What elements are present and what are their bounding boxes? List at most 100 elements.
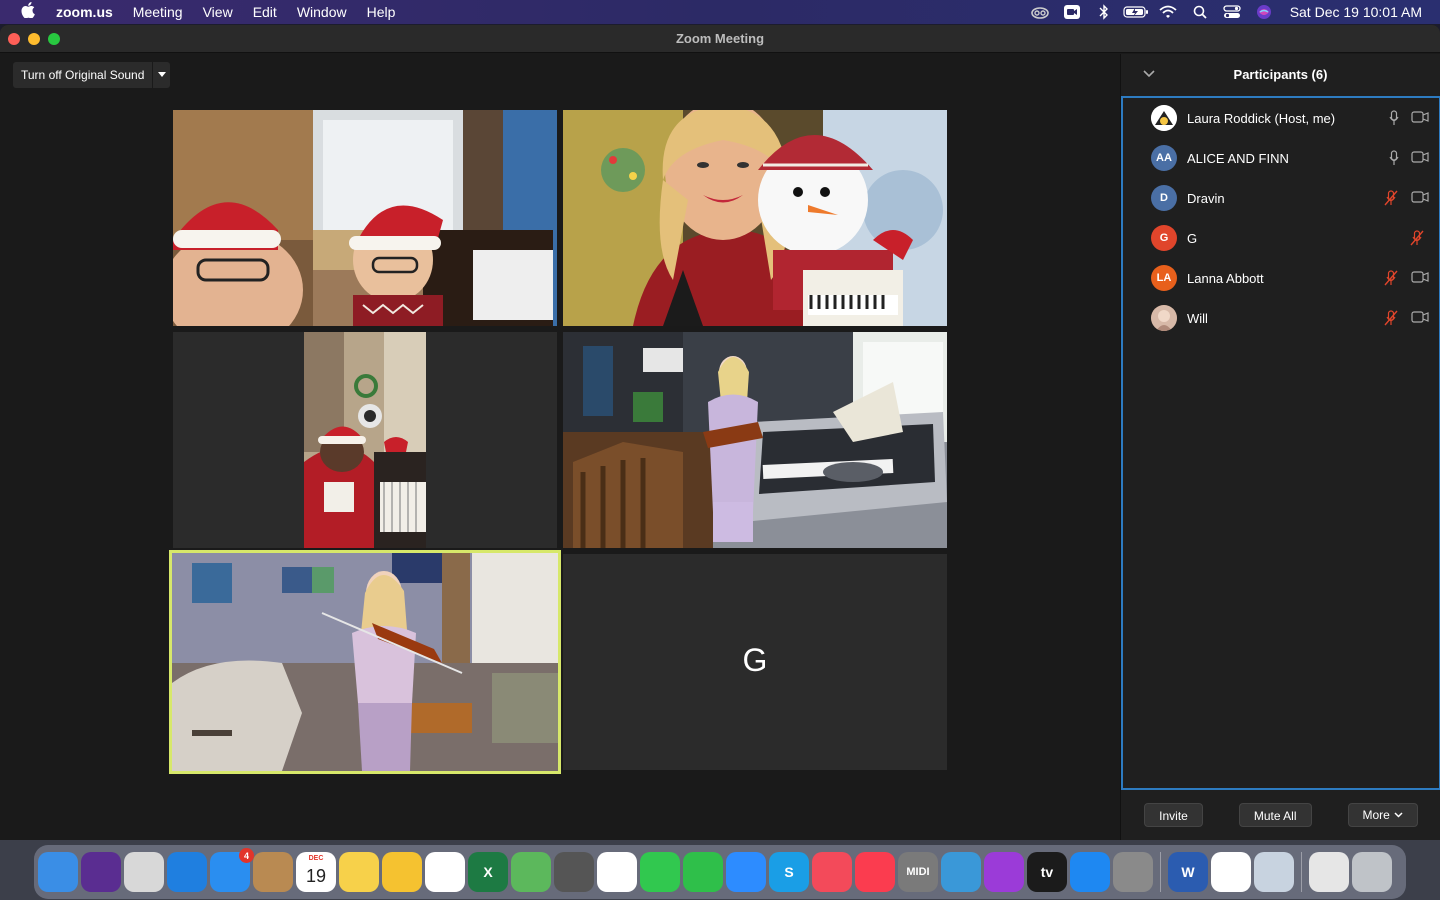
safari-icon[interactable] bbox=[167, 852, 207, 892]
photos-icon[interactable] bbox=[597, 852, 637, 892]
word-icon[interactable]: W bbox=[1168, 852, 1208, 892]
participants-footer: Invite Mute All More bbox=[1121, 790, 1440, 840]
spotlight-icon[interactable] bbox=[1184, 0, 1216, 24]
video-feed-lanna-abbott bbox=[563, 332, 947, 548]
chrome-icon[interactable] bbox=[1211, 852, 1251, 892]
appstore-icon[interactable] bbox=[1070, 852, 1110, 892]
launchpad-icon[interactable] bbox=[124, 852, 164, 892]
app-letter: W bbox=[1181, 864, 1195, 880]
participant-row[interactable]: LA Lanna Abbott bbox=[1123, 258, 1439, 298]
finder-icon[interactable] bbox=[38, 852, 78, 892]
microphone-muted-icon[interactable] bbox=[1383, 270, 1399, 289]
menu-meeting[interactable]: Meeting bbox=[123, 0, 193, 24]
chevron-down-icon bbox=[1394, 812, 1403, 818]
preview-icon[interactable] bbox=[1254, 852, 1294, 892]
bluetooth-icon[interactable] bbox=[1088, 0, 1120, 24]
video-tile-dravin[interactable] bbox=[173, 332, 557, 548]
microphone-icon[interactable] bbox=[1389, 110, 1399, 129]
zoom-status-icon[interactable] bbox=[1056, 0, 1088, 24]
menu-help[interactable]: Help bbox=[357, 0, 406, 24]
calendar-icon[interactable]: DEC 19 bbox=[296, 852, 336, 892]
window-title: Zoom Meeting bbox=[675, 31, 765, 46]
creative-cloud-icon[interactable] bbox=[1024, 0, 1056, 24]
minimize-window-button[interactable] bbox=[28, 32, 40, 45]
dock: 4 DEC 19 X S MIDI tv W bbox=[34, 845, 1406, 899]
video-tile-alice-and-finn[interactable] bbox=[563, 110, 947, 326]
avatar: D bbox=[1151, 185, 1177, 211]
microphone-icon[interactable] bbox=[1389, 150, 1399, 169]
mail-icon[interactable]: 4 bbox=[210, 848, 254, 892]
reminders-icon[interactable] bbox=[425, 852, 465, 892]
siri-icon[interactable] bbox=[81, 852, 121, 892]
video-camera-icon[interactable] bbox=[1411, 311, 1429, 326]
battery-icon[interactable] bbox=[1120, 0, 1152, 24]
participant-name-placeholder: G bbox=[742, 642, 768, 678]
video-camera-icon[interactable] bbox=[1411, 111, 1429, 126]
video-camera-icon[interactable] bbox=[1411, 151, 1429, 166]
system-preferences-icon[interactable] bbox=[1113, 852, 1153, 892]
trash-icon[interactable] bbox=[1352, 852, 1392, 892]
maps-icon[interactable] bbox=[511, 852, 551, 892]
mute-all-button[interactable]: Mute All bbox=[1238, 803, 1312, 827]
video-tile-laura[interactable] bbox=[173, 110, 557, 326]
messages-icon[interactable] bbox=[640, 852, 680, 892]
invite-button[interactable]: Invite bbox=[1144, 803, 1203, 827]
wifi-icon[interactable] bbox=[1152, 0, 1184, 24]
microphone-muted-icon[interactable] bbox=[1383, 310, 1399, 329]
participants-title: Participants (6) bbox=[1233, 66, 1328, 82]
simplenote-icon[interactable] bbox=[941, 852, 981, 892]
news-icon[interactable] bbox=[812, 852, 852, 892]
excel-icon[interactable]: X bbox=[468, 852, 508, 892]
fullscreen-window-button[interactable] bbox=[48, 32, 60, 45]
microphone-muted-icon[interactable] bbox=[1383, 190, 1399, 209]
participants-list: Laura Roddick (Host, me) AA ALICE AND FI… bbox=[1121, 96, 1440, 790]
participant-name: Lanna Abbott bbox=[1187, 270, 1264, 286]
window-controls bbox=[8, 32, 60, 45]
weather-icon[interactable] bbox=[382, 852, 422, 892]
podcasts-icon[interactable] bbox=[984, 852, 1024, 892]
menu-clock[interactable]: Sat Dec 19 10:01 AM bbox=[1280, 4, 1440, 20]
participant-row[interactable]: D Dravin bbox=[1123, 178, 1439, 218]
participant-row[interactable]: Will bbox=[1123, 298, 1439, 338]
menu-edit[interactable]: Edit bbox=[243, 0, 287, 24]
video-tile-g[interactable]: G bbox=[563, 554, 947, 770]
dock-separator bbox=[1160, 852, 1161, 892]
video-tile-will-active-speaker[interactable] bbox=[169, 550, 561, 774]
participant-row[interactable]: AA ALICE AND FINN bbox=[1123, 138, 1439, 178]
app-menu[interactable]: zoom.us bbox=[56, 0, 123, 24]
apple-logo-icon[interactable] bbox=[0, 1, 56, 23]
documents-icon[interactable] bbox=[1309, 852, 1349, 892]
participant-row[interactable]: Laura Roddick (Host, me) bbox=[1123, 98, 1439, 138]
participant-row[interactable]: G G bbox=[1123, 218, 1439, 258]
zoom-window: Zoom Meeting Turn off Original Sound G P… bbox=[0, 25, 1440, 840]
video-feed-alice-and-finn bbox=[563, 110, 947, 326]
music-icon[interactable] bbox=[855, 852, 895, 892]
menu-window[interactable]: Window bbox=[287, 0, 357, 24]
midi-icon[interactable]: MIDI bbox=[898, 852, 938, 892]
appletv-icon[interactable]: tv bbox=[1027, 852, 1067, 892]
facetime-icon[interactable] bbox=[683, 852, 723, 892]
video-feed-will bbox=[172, 553, 558, 771]
participant-name: ALICE AND FINN bbox=[1187, 150, 1289, 166]
video-camera-icon[interactable] bbox=[1411, 191, 1429, 206]
calculator-icon[interactable] bbox=[554, 852, 594, 892]
more-button[interactable]: More bbox=[1347, 803, 1418, 827]
contacts-icon[interactable] bbox=[253, 852, 293, 892]
title-bar: Zoom Meeting bbox=[0, 25, 1440, 53]
menu-bar: zoom.us Meeting View Edit Window Help Sa… bbox=[0, 0, 1440, 24]
original-sound-control: Turn off Original Sound bbox=[13, 62, 171, 88]
zoom-icon[interactable] bbox=[726, 852, 766, 892]
collapse-chevron-icon[interactable] bbox=[1143, 66, 1155, 81]
siri-menubar-icon[interactable] bbox=[1248, 0, 1280, 24]
notes-icon[interactable] bbox=[339, 852, 379, 892]
close-window-button[interactable] bbox=[8, 32, 20, 45]
avatar bbox=[1151, 305, 1177, 331]
menu-view[interactable]: View bbox=[193, 0, 243, 24]
skype-icon[interactable]: S bbox=[769, 852, 809, 892]
original-sound-button[interactable]: Turn off Original Sound bbox=[13, 62, 152, 88]
original-sound-dropdown[interactable] bbox=[152, 62, 170, 88]
control-center-icon[interactable] bbox=[1216, 0, 1248, 24]
microphone-muted-icon[interactable] bbox=[1409, 230, 1425, 249]
video-tile-lanna-abbott[interactable] bbox=[563, 332, 947, 548]
video-camera-icon[interactable] bbox=[1411, 271, 1429, 286]
